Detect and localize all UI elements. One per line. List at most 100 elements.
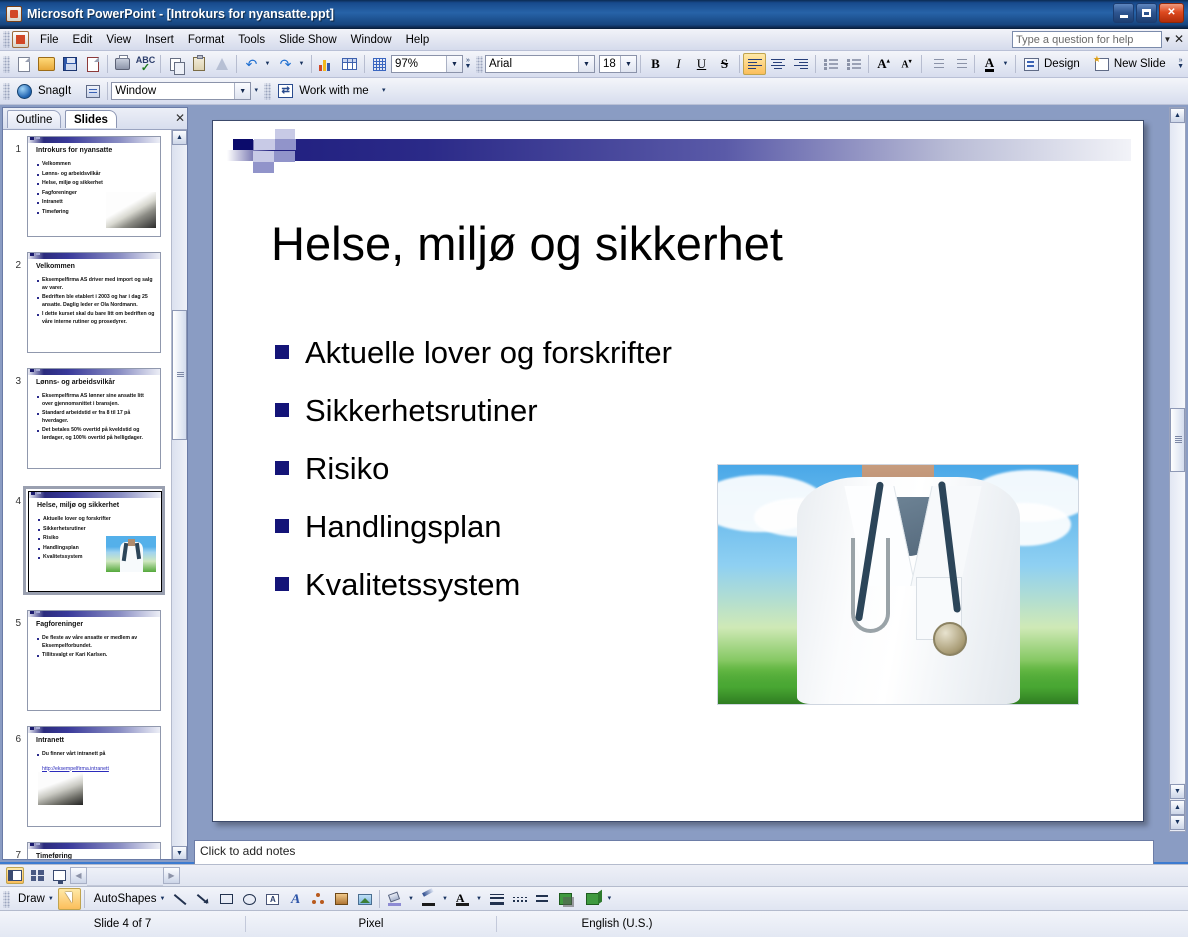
dash-style-button[interactable] — [508, 888, 531, 910]
spelling-button[interactable]: ABC ✓ — [134, 53, 157, 75]
list-item[interactable]: 7 Timeføring Timer skal føres hver dag f… — [7, 842, 167, 859]
increase-indent-button[interactable] — [948, 53, 971, 75]
scroll-track[interactable] — [87, 867, 163, 886]
increase-font-size-button[interactable]: A▴ — [872, 53, 895, 75]
slide-thumbnail[interactable]: Helse, miljø og sikkerhet Aktuelle lover… — [28, 491, 162, 592]
slide-thumbnail[interactable]: Intranett Du finner vårt intranett på ht… — [27, 726, 161, 827]
line-color-dropdown[interactable]: ▼ — [440, 888, 451, 910]
undo-dropdown[interactable]: ▼ — [263, 53, 274, 75]
arrow-style-button[interactable] — [531, 888, 554, 910]
align-left-button[interactable] — [743, 53, 766, 75]
align-right-button[interactable] — [789, 53, 812, 75]
previous-slide-button[interactable]: ▲ — [1170, 800, 1185, 815]
scroll-up-button[interactable]: ▲ — [1170, 108, 1185, 123]
fill-color-button[interactable] — [383, 888, 406, 910]
wwm-toolbar-grip[interactable] — [264, 82, 272, 100]
menu-window[interactable]: Window — [344, 31, 399, 49]
line-style-button[interactable] — [485, 888, 508, 910]
snagit-capture-button[interactable]: SnagIt — [12, 80, 81, 102]
menu-view[interactable]: View — [99, 31, 138, 49]
snagit-profile-combo[interactable]: Window ▼ — [111, 82, 252, 100]
menu-insert[interactable]: Insert — [138, 31, 181, 49]
undo-button[interactable]: ↶ — [240, 53, 263, 75]
slide-bullet-item[interactable]: Aktuelle lover og forskrifter — [275, 333, 795, 373]
scroll-track[interactable] — [172, 145, 187, 846]
line-tool-button[interactable] — [169, 888, 192, 910]
design-button[interactable]: Design — [1019, 53, 1090, 75]
bulleted-list-button[interactable] — [842, 53, 865, 75]
new-document-button[interactable] — [12, 53, 35, 75]
wwm-toolbar-overflow[interactable]: ▾ — [379, 80, 389, 102]
print-button[interactable] — [111, 53, 134, 75]
format-painter-button[interactable] — [210, 53, 233, 75]
copy-button[interactable] — [164, 53, 187, 75]
ask-a-question-input[interactable]: Type a question for help — [1012, 31, 1162, 48]
open-button[interactable] — [35, 53, 58, 75]
menu-edit[interactable]: Edit — [66, 31, 100, 49]
drawing-toolbar-overflow[interactable]: ▾ — [604, 888, 614, 910]
menu-file[interactable]: File — [33, 31, 66, 49]
slides-pane-scrollbar[interactable]: ▲ ▼ — [171, 130, 187, 859]
scroll-thumb[interactable] — [172, 310, 187, 440]
font-color-dropdown[interactable]: ▼ — [474, 888, 485, 910]
font-color-dropdown[interactable]: ▼ — [1001, 53, 1012, 75]
list-item[interactable]: 3 Lønns- og arbeidsvilkår Eksempelfirma … — [7, 368, 167, 478]
menu-tools[interactable]: Tools — [231, 31, 272, 49]
font-name-combo[interactable]: Arial ▼ — [485, 55, 595, 73]
show-grid-button[interactable] — [368, 53, 391, 75]
close-button[interactable]: ✕ — [1159, 3, 1184, 23]
main-vertical-scrollbar[interactable]: ▲ ▼ ▲ ▼ — [1169, 107, 1186, 832]
list-item[interactable]: 6 Intranett Du finner vårt intranett på … — [7, 726, 167, 836]
list-item[interactable]: 1 Introkurs for nyansatte Velkommen Lønn… — [7, 136, 167, 246]
font-size-combo[interactable]: 18 ▼ — [599, 55, 637, 73]
formatting-toolbar-grip[interactable] — [476, 55, 483, 73]
redo-button[interactable]: ↷ — [274, 53, 297, 75]
menu-format[interactable]: Format — [181, 31, 231, 49]
minimize-button[interactable] — [1113, 3, 1134, 23]
slide-thumbnail[interactable]: Timeføring Timer skal føres hver dag før… — [27, 842, 161, 859]
italic-button[interactable]: I — [667, 53, 690, 75]
slide-title[interactable]: Helse, miljø og sikkerhet — [271, 216, 1091, 271]
decrease-indent-button[interactable] — [925, 53, 948, 75]
slide-thumbnail[interactable]: Velkommen Eksempelfirma AS driver med im… — [27, 252, 161, 353]
scroll-left-button[interactable]: ◀ — [70, 867, 87, 884]
snagit-toolbar-grip[interactable] — [3, 82, 10, 100]
fill-color-dropdown[interactable]: ▼ — [406, 888, 417, 910]
maximize-button[interactable] — [1136, 3, 1157, 23]
formatting-toolbar-overflow[interactable]: » ▼ — [1176, 53, 1186, 75]
line-color-button[interactable] — [417, 887, 440, 910]
chevron-down-icon[interactable]: ▼ — [620, 56, 636, 72]
autoshapes-menu-button[interactable]: AutoShapes ▼ — [88, 888, 170, 910]
tab-outline[interactable]: Outline — [7, 110, 62, 128]
font-color-button[interactable]: A — [451, 888, 474, 910]
next-slide-button[interactable]: ▼ — [1170, 815, 1185, 830]
close-document-icon[interactable]: ✕ — [1173, 32, 1185, 47]
slide-thumbnail[interactable]: Introkurs for nyansatte Velkommen Lønns-… — [27, 136, 161, 237]
underline-button[interactable]: U — [690, 53, 713, 75]
3d-style-button[interactable] — [581, 888, 604, 910]
zoom-combo[interactable]: 97% ▼ — [391, 55, 463, 73]
redo-dropdown[interactable]: ▼ — [297, 53, 308, 75]
snagit-toolbar-overflow[interactable]: ▾ — [251, 80, 261, 102]
text-shadow-button[interactable]: S — [713, 53, 736, 75]
slide-sorter-view-button[interactable] — [28, 867, 46, 884]
menu-help[interactable]: Help — [399, 31, 437, 49]
slide-image-doctor[interactable] — [717, 464, 1079, 705]
scroll-thumb[interactable] — [1170, 408, 1185, 472]
chevron-down-icon[interactable]: ▼ — [446, 56, 462, 72]
scroll-right-button[interactable]: ▶ — [163, 867, 180, 884]
decrease-font-size-button[interactable]: A▾ — [895, 53, 918, 75]
normal-view-button[interactable] — [6, 867, 24, 884]
slide-show-view-button[interactable] — [50, 867, 68, 884]
arrow-tool-button[interactable] — [192, 888, 215, 910]
paste-button[interactable] — [187, 53, 210, 75]
selected-thumbnail-frame[interactable]: Helse, miljø og sikkerhet Aktuelle lover… — [23, 486, 165, 595]
align-center-button[interactable] — [766, 53, 789, 75]
standard-toolbar-overflow[interactable]: » ▼ — [463, 53, 473, 75]
new-slide-button[interactable]: New Slide — [1090, 53, 1176, 75]
shadow-style-button[interactable] — [554, 888, 577, 910]
bold-button[interactable]: B — [644, 53, 667, 75]
clip-art-button[interactable] — [330, 888, 353, 910]
oval-tool-button[interactable] — [238, 888, 261, 910]
tab-slides[interactable]: Slides — [65, 110, 117, 128]
